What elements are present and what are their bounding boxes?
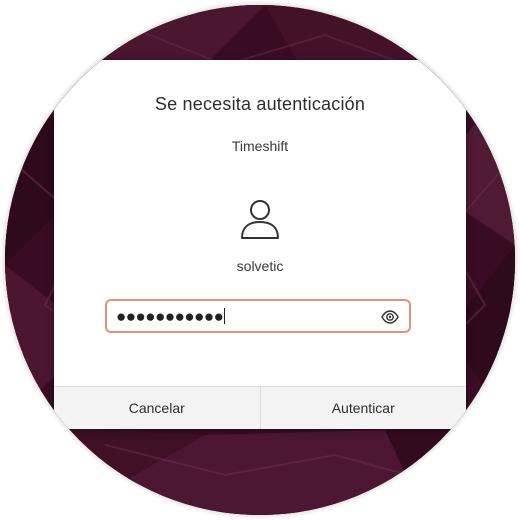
user-avatar-icon — [241, 200, 279, 239]
authenticate-button[interactable]: Autenticar — [259, 387, 466, 429]
cancel-button[interactable]: Cancelar — [54, 387, 260, 429]
dialog-title: Se necesita autenticación — [154, 94, 366, 114]
eye-icon[interactable] — [381, 309, 399, 325]
password-input[interactable]: ●●●●●●●●●●● — [105, 299, 411, 333]
authentication-dialog: Se necesita autenticación Timeshift solv… — [54, 60, 466, 429]
app-name: Timeshift — [231, 138, 289, 154]
password-masked-value: ●●●●●●●●●●● — [116, 307, 226, 326]
screenshot-page: Se necesita autenticación Timeshift solv… — [0, 0, 520, 520]
username-label: solvetic — [236, 258, 284, 274]
dialog-button-bar: Cancelar Autenticar — [54, 386, 466, 429]
circular-crop-frame: Se necesita autenticación Timeshift solv… — [5, 5, 515, 515]
text-caret — [224, 308, 226, 324]
